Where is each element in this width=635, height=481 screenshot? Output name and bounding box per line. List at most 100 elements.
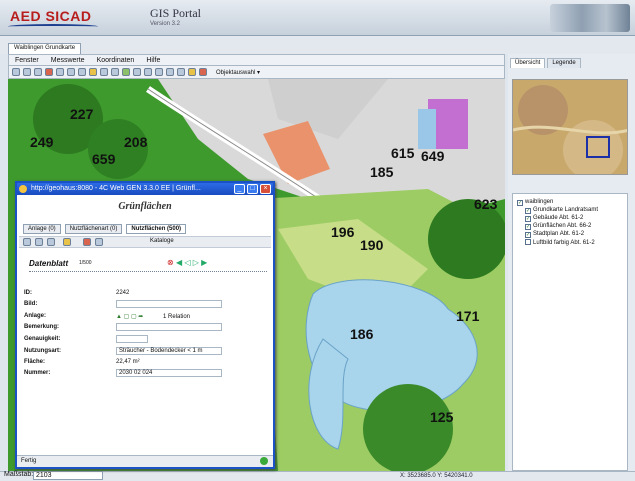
search-icon[interactable]	[188, 68, 196, 76]
record-navigation: ⊗ ◀ ◁ ▷ ▶	[167, 258, 207, 267]
refresh-icon[interactable]	[45, 68, 53, 76]
right-panel-tabs: Übersicht Legende	[510, 58, 581, 68]
zoom-previous-icon[interactable]	[67, 68, 75, 76]
status-ok-icon	[260, 457, 268, 465]
checkbox-icon[interactable]: ✓	[525, 224, 531, 230]
print-icon[interactable]	[111, 68, 119, 76]
settings-icon[interactable]	[166, 68, 174, 76]
layer-item[interactable]: ✓ Gebäude Abt. 61-2	[525, 215, 583, 222]
checkbox-icon[interactable]	[525, 239, 531, 245]
info-icon[interactable]	[100, 68, 108, 76]
layer-label: Grundkarte Landratsamt	[533, 207, 599, 213]
layer-root[interactable]: ✓ waiblingen	[517, 199, 553, 206]
kataloge-button[interactable]: Kataloge	[150, 238, 174, 244]
measure-icon[interactable]	[133, 68, 141, 76]
bild-label: Bild:	[24, 301, 38, 307]
map-toolbar: Objektauswahl ▾	[8, 66, 505, 79]
tab-nutzflaechenart[interactable]: Nutzflächenart (0)	[64, 224, 123, 234]
layer-item[interactable]: ✓ Grünflächen Abt. 66-2	[525, 223, 591, 230]
layer-label: Grünflächen Abt. 66-2	[533, 223, 592, 229]
tab-legende[interactable]: Legende	[547, 58, 581, 68]
tab-nutzflaechen[interactable]: Nutzflächen (500)	[126, 224, 187, 234]
person-icon[interactable]	[199, 68, 207, 76]
document-icon[interactable]	[35, 238, 43, 246]
anlage-value: 1 Relation	[163, 314, 191, 320]
nummer-field[interactable]: 2030 02 024	[116, 369, 222, 377]
bemerkung-field[interactable]	[116, 323, 222, 331]
nummer-label: Nummer:	[24, 370, 51, 376]
header-graphic	[550, 4, 630, 32]
layer-label: Gebäude Abt. 61-2	[533, 215, 584, 221]
browser-icon	[19, 185, 27, 193]
checkbox-icon[interactable]: ✓	[517, 200, 523, 206]
scale-input[interactable]: 2103	[33, 471, 103, 480]
tab-anlage[interactable]: Anlage (0)	[23, 224, 61, 234]
id-label: ID:	[24, 290, 32, 296]
window-heading: Grünflächen	[118, 201, 172, 212]
cancel-icon[interactable]: ⊗	[167, 258, 174, 267]
delete-icon[interactable]	[83, 238, 91, 246]
map-label: 171	[456, 308, 480, 324]
layer-item[interactable]: ✓ Stadtplan Abt. 61-2	[525, 231, 584, 238]
map-label: 659	[92, 151, 116, 167]
menu-hilfe[interactable]: Hilfe	[146, 57, 160, 64]
last-record-icon[interactable]: ▶	[201, 258, 207, 267]
first-record-icon[interactable]: ◀	[176, 258, 182, 267]
overview-map[interactable]	[512, 79, 628, 175]
layer-item[interactable]: ✓ Grundkarte Landratsamt	[525, 207, 598, 214]
zoom-out-icon[interactable]	[23, 68, 31, 76]
tab-row	[0, 36, 635, 54]
anlage-icons[interactable]: ▲ ▢ ▢ ➦	[116, 313, 143, 320]
object-select-dropdown[interactable]: Objektauswahl ▾	[216, 69, 260, 76]
checkbox-icon[interactable]: ✓	[525, 208, 531, 214]
coordinate-readout: X: 3523685.0 Y: 5420341.0	[400, 473, 473, 479]
pan-icon[interactable]	[34, 68, 42, 76]
app-title: GIS Portal	[150, 6, 201, 20]
zoom-next-icon[interactable]	[78, 68, 86, 76]
nutzungsart-select[interactable]: Sträucher - Bodendecker < 1 m	[116, 347, 222, 355]
search-icon[interactable]	[47, 238, 55, 246]
minimize-icon[interactable]: _	[234, 184, 245, 194]
layer-root-label: waiblingen	[525, 199, 554, 205]
zoom-extent-icon[interactable]	[56, 68, 64, 76]
folder-icon[interactable]	[23, 238, 31, 246]
popup-toolbar	[19, 236, 271, 248]
map-label: 186	[350, 326, 374, 342]
select-icon[interactable]	[89, 68, 97, 76]
layer-tree: ✓ waiblingen ✓ Grundkarte Landratsamt ✓ Geb…	[512, 193, 628, 471]
bild-field[interactable]	[116, 300, 222, 308]
layer-label: Luftbild farbig Abt. 61-2	[533, 240, 595, 246]
close-icon[interactable]: ×	[260, 184, 271, 194]
previous-record-icon[interactable]: ◁	[184, 258, 190, 267]
export-icon[interactable]	[144, 68, 152, 76]
layer-item[interactable]: Luftbild farbig Abt. 61-2	[525, 239, 595, 246]
help-icon[interactable]	[155, 68, 163, 76]
flaeche-value: 22,47 m²	[116, 359, 140, 365]
map-label: 125	[430, 409, 454, 425]
logo: AED SICAD	[10, 8, 92, 24]
grid-icon[interactable]	[177, 68, 185, 76]
map-label: 190	[360, 237, 384, 253]
menu-fenster[interactable]: Fenster	[15, 57, 39, 64]
open-icon[interactable]	[63, 238, 71, 246]
genauigkeit-field[interactable]	[116, 335, 148, 343]
checkbox-icon[interactable]: ✓	[525, 216, 531, 222]
next-record-icon[interactable]: ▷	[193, 258, 199, 267]
popup-status: Fertig	[17, 455, 273, 467]
logo-swoosh	[8, 24, 98, 29]
nutzungsart-label: Nutzungsart:	[24, 348, 61, 354]
layer-icon[interactable]	[122, 68, 130, 76]
attribute-window: http://geohaus:8080 - 4C Web GEN 3.3.0 E…	[15, 181, 275, 469]
anlage-label: Anlage:	[24, 313, 47, 319]
menu-koordinaten[interactable]: Koordinaten	[97, 57, 135, 64]
datenblatt-title: Datenblatt	[29, 259, 69, 268]
maximize-icon[interactable]: □	[247, 184, 258, 194]
tab-uebersicht[interactable]: Übersicht	[510, 58, 546, 68]
page-indicator: 1/500	[79, 260, 92, 266]
menu-messwerte[interactable]: Messwerte	[51, 57, 85, 64]
catalog-icon[interactable]	[95, 238, 103, 246]
checkbox-icon[interactable]: ✓	[525, 232, 531, 238]
tab-waiblingen-grundkarte[interactable]: Waiblingen Grundkarte	[8, 43, 82, 54]
zoom-in-icon[interactable]	[12, 68, 20, 76]
map-label: 249	[30, 134, 54, 150]
